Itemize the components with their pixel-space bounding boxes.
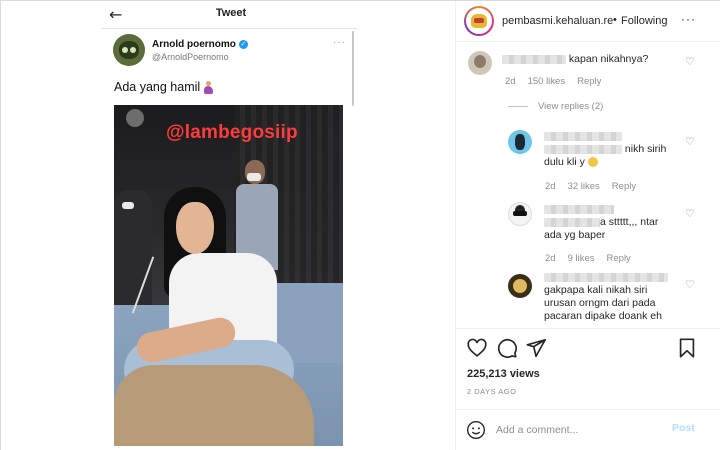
comment-avatar[interactable] bbox=[508, 130, 532, 154]
comment-avatar[interactable] bbox=[468, 51, 492, 75]
back-arrow-icon: ← bbox=[109, 5, 123, 24]
comment-username-redacted bbox=[502, 54, 566, 64]
like-comment-heart-icon[interactable]: ♡ bbox=[685, 278, 695, 291]
comment-body-line2: dulu kli y bbox=[544, 156, 585, 168]
comment-avatar[interactable] bbox=[508, 274, 532, 298]
comment-username-redacted bbox=[544, 131, 622, 141]
tweet-author-avatar bbox=[113, 34, 145, 66]
share-paper-plane-icon[interactable] bbox=[525, 337, 547, 359]
tweet-header: ← Tweet bbox=[1, 1, 455, 29]
tweet-author-name: Arnold poernomo ✓ bbox=[152, 39, 248, 50]
comment-mention-redacted bbox=[544, 144, 622, 154]
post-comment-button[interactable]: Post bbox=[672, 422, 695, 434]
comment-likes[interactable]: 32 likes bbox=[568, 181, 600, 192]
tweet-author-name-text: Arnold poernomo bbox=[152, 39, 236, 50]
post-date[interactable]: 2 DAYS AGO bbox=[467, 387, 516, 396]
comment-username-redacted bbox=[544, 272, 668, 282]
divider bbox=[101, 28, 357, 29]
view-replies-label[interactable]: View replies (2) bbox=[538, 101, 603, 112]
tweet-author-handle: @ArnoldPoernomo bbox=[152, 52, 229, 62]
post-sidebar: pembasmi.kehaluan.re • Following ··· kap… bbox=[456, 1, 720, 450]
comment-meta: 2d 32 likes Reply bbox=[545, 181, 636, 192]
comment-body: kapan nikahnya? bbox=[568, 53, 649, 65]
comment-avatar[interactable] bbox=[508, 202, 532, 226]
like-heart-icon[interactable] bbox=[466, 337, 488, 359]
comment-reply-button[interactable]: Reply bbox=[607, 253, 631, 264]
post-actions-bar bbox=[456, 328, 720, 366]
comment-username-redacted bbox=[544, 204, 614, 214]
comment-text: gakpapa kali nikah siri urusan orngm dar… bbox=[544, 271, 668, 323]
comment-meta: 2d 150 likes Reply bbox=[505, 76, 601, 87]
grinning-face-icon bbox=[587, 157, 598, 168]
more-options-icon[interactable]: ··· bbox=[681, 12, 696, 26]
tweet-video: @lambegosiip bbox=[114, 105, 343, 446]
comment-likes[interactable]: 9 likes bbox=[568, 253, 595, 264]
comment-input[interactable] bbox=[496, 420, 666, 440]
tweet-header-title: Tweet bbox=[215, 7, 247, 19]
add-comment-bar: Post bbox=[456, 409, 720, 450]
view-replies-button[interactable]: View replies (2) bbox=[508, 101, 603, 112]
tweet-text-content: Ada yang hamil bbox=[114, 80, 201, 94]
comment-likes[interactable]: 150 likes bbox=[528, 76, 566, 87]
verified-badge-icon: ✓ bbox=[238, 40, 248, 49]
following-button[interactable]: Following bbox=[621, 15, 667, 27]
header-separator-dot: • bbox=[613, 14, 617, 26]
comment-text: a sttttt,,, ntar ada yg baper bbox=[544, 203, 658, 242]
comment-mention-redacted bbox=[544, 217, 600, 227]
save-bookmark-icon[interactable] bbox=[676, 337, 698, 359]
comment-time: 2d bbox=[505, 76, 516, 87]
comment-time: 2d bbox=[545, 181, 556, 192]
comment-text: kapan nikahnya? bbox=[502, 53, 648, 66]
poster-username[interactable]: pembasmi.kehaluan.re bbox=[502, 15, 617, 27]
like-comment-heart-icon[interactable]: ♡ bbox=[685, 207, 695, 220]
comment-body-line1: gakpapa kali nikah siri bbox=[544, 284, 648, 296]
comment-reply-button[interactable]: Reply bbox=[577, 76, 601, 87]
comments-list[interactable]: kapan nikahnya? ♡ 2d 150 likes Reply Vie… bbox=[456, 42, 720, 328]
instagram-post-dialog: ← Tweet Arnold poernomo ✓ @ArnoldPoernom… bbox=[0, 0, 720, 450]
comment-body-line2: ada yg baper bbox=[544, 229, 606, 241]
emoji-smiley-icon[interactable] bbox=[466, 420, 486, 440]
post-media[interactable]: ← Tweet Arnold poernomo ✓ @ArnoldPoernom… bbox=[1, 1, 456, 450]
comment-time: 2d bbox=[545, 253, 556, 264]
tweet-scrollbar bbox=[352, 31, 354, 106]
pregnant-woman-icon bbox=[204, 80, 214, 94]
comment-body-line1: nikh sirih bbox=[624, 143, 667, 155]
video-watermark: @lambegosiip bbox=[166, 122, 298, 143]
tweet-text: Ada yang hamil bbox=[114, 80, 214, 94]
comment-meta: 2d 9 likes Reply bbox=[545, 253, 631, 264]
comment-reply-button[interactable]: Reply bbox=[612, 181, 636, 192]
comment-body-line3: pacaran dipake doank eh bbox=[544, 310, 662, 322]
comment-body-line2: urusan orngm dari pada bbox=[544, 297, 656, 309]
comment-bubble-icon[interactable] bbox=[496, 337, 518, 359]
like-comment-heart-icon[interactable]: ♡ bbox=[685, 55, 695, 68]
tweet-more-icon: ··· bbox=[333, 37, 346, 48]
view-count[interactable]: 225,213 views bbox=[467, 368, 540, 380]
poster-avatar[interactable] bbox=[464, 6, 494, 36]
comment-body-line1: a sttttt,,, ntar bbox=[600, 216, 659, 228]
post-header: pembasmi.kehaluan.re • Following ··· bbox=[456, 1, 720, 42]
like-comment-heart-icon[interactable]: ♡ bbox=[685, 135, 695, 148]
comments-scrollbar[interactable] bbox=[714, 44, 717, 274]
comment-text: nikh sirih dulu kli y bbox=[544, 130, 666, 169]
